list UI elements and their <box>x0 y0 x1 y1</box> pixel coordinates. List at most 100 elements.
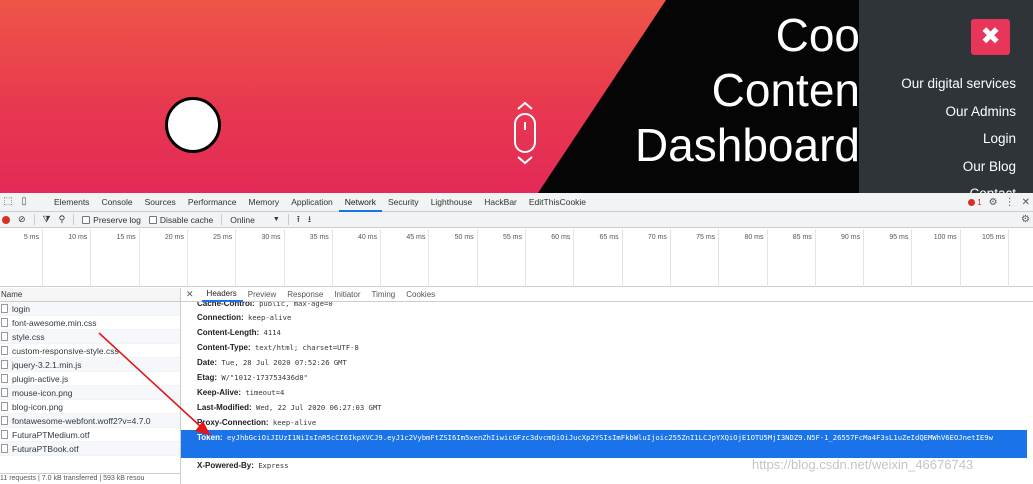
hero-title: Coo Conten Dashboard <box>530 8 860 173</box>
file-icon <box>1 360 8 369</box>
close-devtools-icon[interactable]: ✕ <box>1022 197 1030 208</box>
hero-line: Conten <box>711 64 860 116</box>
search-icon[interactable]: ⚲ <box>59 214 66 225</box>
menu-item-login[interactable]: Login <box>901 125 1016 153</box>
request-row[interactable]: FuturaPTMedium.otf <box>0 428 180 442</box>
chevron-down-icon: ▼ <box>272 216 280 223</box>
network-settings-gear-icon[interactable]: ⚙ <box>1021 214 1030 225</box>
header-key: Content-Type: <box>197 343 251 352</box>
close-detail-icon[interactable]: ✕ <box>186 289 194 300</box>
menu-item-digital-services[interactable]: Our digital services <box>901 70 1016 98</box>
header-value: keep-alive <box>248 313 292 322</box>
request-row[interactable]: blog-icon.png <box>0 400 180 414</box>
header-key: Cache-Control: <box>197 302 255 308</box>
header-key: X-Powered-By: <box>197 461 254 470</box>
request-detail-panel: ✕ Headers Preview Response Initiator Tim… <box>181 288 1033 484</box>
inspect-element-icon[interactable]: ⬚ <box>2 196 14 208</box>
error-badge[interactable]: 1 <box>968 198 982 207</box>
response-header-row: Cache-Control: public, max-age=0 <box>197 302 1027 310</box>
website-viewport: Coo Conten Dashboard ✖ Our digital servi… <box>0 0 1033 193</box>
request-name: jquery-3.2.1.min.js <box>12 359 82 370</box>
request-row[interactable]: mouse-icon.png <box>0 386 180 400</box>
menu-item-admins[interactable]: Our Admins <box>901 98 1016 126</box>
detail-tab-preview[interactable]: Preview <box>243 288 282 301</box>
header-key: Token: <box>197 433 223 442</box>
file-icon <box>1 402 8 411</box>
request-row[interactable]: fontawesome-webfont.woff2?v=4.7.0 <box>0 414 180 428</box>
header-value: eyJhbGciOiJIUzI1NiIsInR5cCI6IkpXVCJ9.eyJ… <box>226 433 993 442</box>
response-header-row: Last-Modified: Wed, 22 Jul 2020 06:27:03… <box>197 400 1027 415</box>
detail-tab-response[interactable]: Response <box>282 288 329 301</box>
tab-performance[interactable]: Performance <box>182 193 243 212</box>
checkbox-icon <box>148 215 157 224</box>
request-name: mouse-icon.png <box>12 387 73 398</box>
network-toolbar: ⊘ ⧩ ⚲ Preserve log Disable cache Online ▼… <box>0 212 1033 228</box>
record-icon[interactable] <box>2 215 10 224</box>
tab-console[interactable]: Console <box>95 193 138 212</box>
tab-memory[interactable]: Memory <box>242 193 285 212</box>
header-key: Date: <box>197 358 218 367</box>
preserve-log-checkbox[interactable]: Preserve log <box>82 215 141 225</box>
tab-application[interactable]: Application <box>285 193 339 212</box>
filter-icon[interactable]: ⧩ <box>43 214 51 225</box>
toolbar-divider <box>287 214 289 225</box>
preserve-log-label: Preserve log <box>93 214 141 225</box>
request-row[interactable]: plugin-active.js <box>0 372 180 386</box>
tab-sources[interactable]: Sources <box>139 193 182 212</box>
detail-tabs: ✕ Headers Preview Response Initiator Tim… <box>181 288 1033 302</box>
tab-network[interactable]: Network <box>338 193 382 212</box>
menu-item-blog[interactable]: Our Blog <box>901 153 1016 181</box>
tab-security[interactable]: Security <box>382 193 425 212</box>
response-header-row: Connection: keep-alive <box>197 310 1027 325</box>
request-row[interactable]: login <box>0 302 180 316</box>
tab-hackbar[interactable]: HackBar <box>478 193 523 212</box>
timeline-tick-label: 105 ms <box>982 234 1005 241</box>
tab-editthiscookie[interactable]: EditThisCookie <box>523 193 592 212</box>
tab-elements[interactable]: Elements <box>48 193 95 212</box>
request-name: style.css <box>12 331 45 342</box>
close-icon[interactable]: ✖ <box>971 19 1010 55</box>
request-row[interactable]: style.css <box>0 330 180 344</box>
token-header-row-selected[interactable]: Token: eyJhbGciOiJIUzI1NiIsInR5cCI6IkpXV… <box>181 430 1027 458</box>
device-toolbar-icon[interactable]: ▯ <box>18 196 30 208</box>
file-icon <box>1 304 8 313</box>
response-header-row: Etag: W/"1012-173753436d8" <box>197 370 1027 385</box>
detail-tab-timing[interactable]: Timing <box>367 288 402 301</box>
request-name: plugin-active.js <box>12 373 69 384</box>
menu-item-contact[interactable]: Contact <box>901 180 1016 193</box>
request-row[interactable]: custom-responsive-style.css <box>0 344 180 358</box>
file-icon <box>1 430 8 439</box>
request-row[interactable]: font-awesome.min.css <box>0 316 180 330</box>
throttling-select[interactable]: Online ▼ <box>230 215 280 225</box>
error-count: 1 <box>977 198 982 207</box>
request-row[interactable]: FuturaPTBook.otf <box>0 442 180 456</box>
disable-cache-checkbox[interactable]: Disable cache <box>148 215 213 225</box>
detail-tab-initiator[interactable]: Initiator <box>329 288 366 301</box>
tab-lighthouse[interactable]: Lighthouse <box>425 193 479 212</box>
throttling-value: Online <box>230 214 255 225</box>
toolbar-divider <box>221 214 223 225</box>
header-value: Tue, 28 Jul 2020 07:52:26 GMT <box>221 358 347 367</box>
gear-icon[interactable]: ⚙ <box>989 197 998 208</box>
more-options-icon[interactable]: ⋮ <box>1005 197 1015 208</box>
header-value: 4114 <box>263 328 281 337</box>
detail-tab-cookies[interactable]: Cookies <box>401 288 441 301</box>
detail-tab-headers[interactable]: Headers <box>201 288 243 302</box>
clear-icon[interactable]: ⊘ <box>18 214 26 225</box>
header-key: Etag: <box>197 373 217 382</box>
request-row[interactable]: jquery-3.2.1.min.js <box>0 358 180 372</box>
response-headers-list: Cache-Control: public, max-age=0 Connecti… <box>181 302 1027 473</box>
response-header-row: Date: Tue, 28 Jul 2020 07:52:26 GMT <box>197 355 1027 370</box>
import-har-icon[interactable]: ⭱ <box>297 212 300 228</box>
request-list: login font-awesome.min.css style.css custom… <box>0 302 180 456</box>
file-icon <box>1 388 8 397</box>
response-header-row: Content-Length: 4114 <box>197 325 1027 340</box>
export-har-icon[interactable]: ⭳ <box>308 212 311 228</box>
header-value: keep-alive <box>272 418 317 427</box>
devtools-tabs: Elements Console Sources Performance Mem… <box>48 193 592 212</box>
network-overview-timeline[interactable]: 5 ms 10 ms 15 ms 20 ms 25 ms 30 ms 35 ms 40 ms 4… <box>0 229 1033 287</box>
side-menu: Our digital services Our Admins Login Ou… <box>901 70 1016 193</box>
request-name: login <box>12 303 30 314</box>
name-column-header[interactable]: Name <box>0 288 180 302</box>
file-icon <box>1 416 8 425</box>
